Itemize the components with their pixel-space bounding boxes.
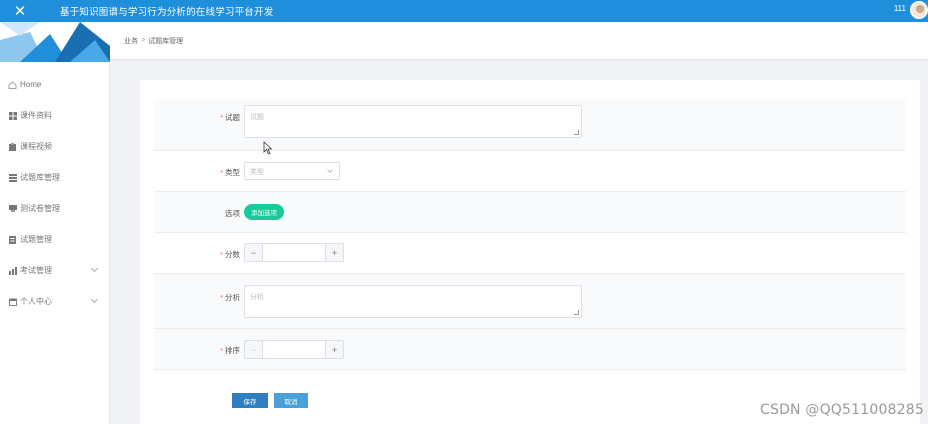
- watermark: CSDN @QQ511008285: [760, 402, 924, 418]
- sidebar-item-question-bank[interactable]: 试题库管理: [0, 162, 109, 193]
- question-form: *试题 试题 *类型 类型 选项 添加选项 *分数 − + *分析 分析: [140, 80, 920, 424]
- sort-label: * 排序: [220, 346, 240, 355]
- home-icon: [8, 80, 17, 89]
- sidebar-item-label: Home: [20, 80, 42, 89]
- sidebar-item-label: 课程视频: [20, 142, 52, 151]
- sidebar-item-exams[interactable]: 考试管理: [0, 255, 109, 286]
- close-icon[interactable]: ✕: [0, 0, 40, 22]
- sidebar-item-label: 试题库管理: [20, 173, 60, 182]
- logo-banner: [0, 22, 110, 62]
- required-mark: *: [220, 346, 223, 355]
- form-actions: 保存 取消: [232, 393, 308, 408]
- add-option-button[interactable]: 添加选项: [244, 204, 284, 220]
- calendar-icon: [8, 298, 17, 306]
- breadcrumb-item-current: 试题库管理: [148, 37, 184, 45]
- analysis-textarea[interactable]: 分析: [244, 285, 582, 318]
- sidebar-item-personal-center[interactable]: 个人中心: [0, 286, 109, 317]
- clipboard-icon: [8, 142, 17, 151]
- score-input[interactable]: [263, 244, 325, 261]
- sidebar-nav: Home 课件资料 课程视频 试题库管理 测试卷管理 试题管理 考试管理 个人中…: [0, 69, 109, 317]
- resize-handle-icon[interactable]: [574, 310, 579, 315]
- chevron-down-icon: [90, 295, 99, 304]
- top-bar: ✕ 基于知识图谱与学习行为分析的在线学习平台开发 111: [0, 0, 928, 22]
- chevron-down-icon: [327, 167, 333, 173]
- question-label: * 试题: [220, 113, 240, 122]
- form-row-analysis: * 分析 分析: [154, 274, 906, 329]
- sidebar-item-label: 个人中心: [20, 297, 52, 306]
- form-row-sort: * 排序 − +: [154, 329, 906, 370]
- options-label: 选项: [225, 209, 240, 218]
- score-stepper[interactable]: − +: [244, 243, 344, 262]
- breadcrumb-item-business[interactable]: 业务: [124, 36, 138, 46]
- form-row-score: * 分数 − +: [154, 233, 906, 274]
- type-select[interactable]: 类型: [244, 162, 340, 180]
- required-mark: *: [220, 113, 223, 122]
- paper-icon: [8, 205, 17, 213]
- required-mark: *: [220, 293, 223, 302]
- sidebar-item-courseware[interactable]: 课件资料: [0, 100, 109, 131]
- cancel-button[interactable]: 取消: [274, 393, 308, 408]
- sort-increment-button[interactable]: +: [325, 341, 343, 358]
- sidebar-item-test-papers[interactable]: 测试卷管理: [0, 193, 109, 224]
- sort-stepper[interactable]: − +: [244, 340, 344, 359]
- username[interactable]: 111: [894, 4, 906, 13]
- sidebar-item-videos[interactable]: 课程视频: [0, 131, 109, 162]
- grid-icon: [8, 111, 17, 120]
- form-row-options: 选项 添加选项: [154, 192, 906, 233]
- type-label: * 类型: [220, 168, 240, 177]
- resize-handle-icon[interactable]: [574, 130, 579, 135]
- app-title: 基于知识图谱与学习行为分析的在线学习平台开发: [60, 7, 274, 18]
- save-button[interactable]: 保存: [232, 393, 268, 408]
- breadcrumb: 业务 > 试题库管理: [110, 22, 928, 60]
- sort-decrement-button[interactable]: −: [245, 341, 263, 358]
- analysis-label: * 分析: [220, 293, 240, 302]
- sidebar-item-home[interactable]: Home: [0, 69, 109, 100]
- question-textarea[interactable]: 试题: [244, 105, 582, 138]
- avatar[interactable]: [910, 1, 928, 19]
- question-placeholder: 试题: [250, 114, 264, 121]
- sidebar-item-label: 课件资料: [20, 111, 52, 120]
- required-mark: *: [220, 168, 223, 177]
- sort-input[interactable]: [263, 341, 325, 358]
- sidebar-item-label: 测试卷管理: [20, 204, 60, 213]
- list-icon: [8, 173, 17, 182]
- breadcrumb-separator: >: [141, 37, 146, 44]
- chevron-down-icon: [90, 264, 99, 273]
- mouse-cursor-icon: [263, 141, 273, 155]
- form-row-type: * 类型 类型: [154, 151, 906, 192]
- type-placeholder: 类型: [250, 169, 264, 176]
- required-mark: *: [220, 250, 223, 259]
- document-icon: [8, 235, 17, 244]
- score-increment-button[interactable]: +: [325, 244, 343, 261]
- score-decrement-button[interactable]: −: [245, 244, 263, 261]
- analysis-placeholder: 分析: [250, 294, 264, 301]
- sidebar: Home 课件资料 课程视频 试题库管理 测试卷管理 试题管理 考试管理 个人中…: [0, 22, 110, 424]
- sidebar-item-label: 试题管理: [20, 235, 52, 244]
- sidebar-item-questions[interactable]: 试题管理: [0, 224, 109, 255]
- logo-graphic: [0, 22, 110, 62]
- chart-icon: [8, 266, 17, 275]
- score-label: * 分数: [220, 250, 240, 259]
- sidebar-item-label: 考试管理: [20, 266, 52, 275]
